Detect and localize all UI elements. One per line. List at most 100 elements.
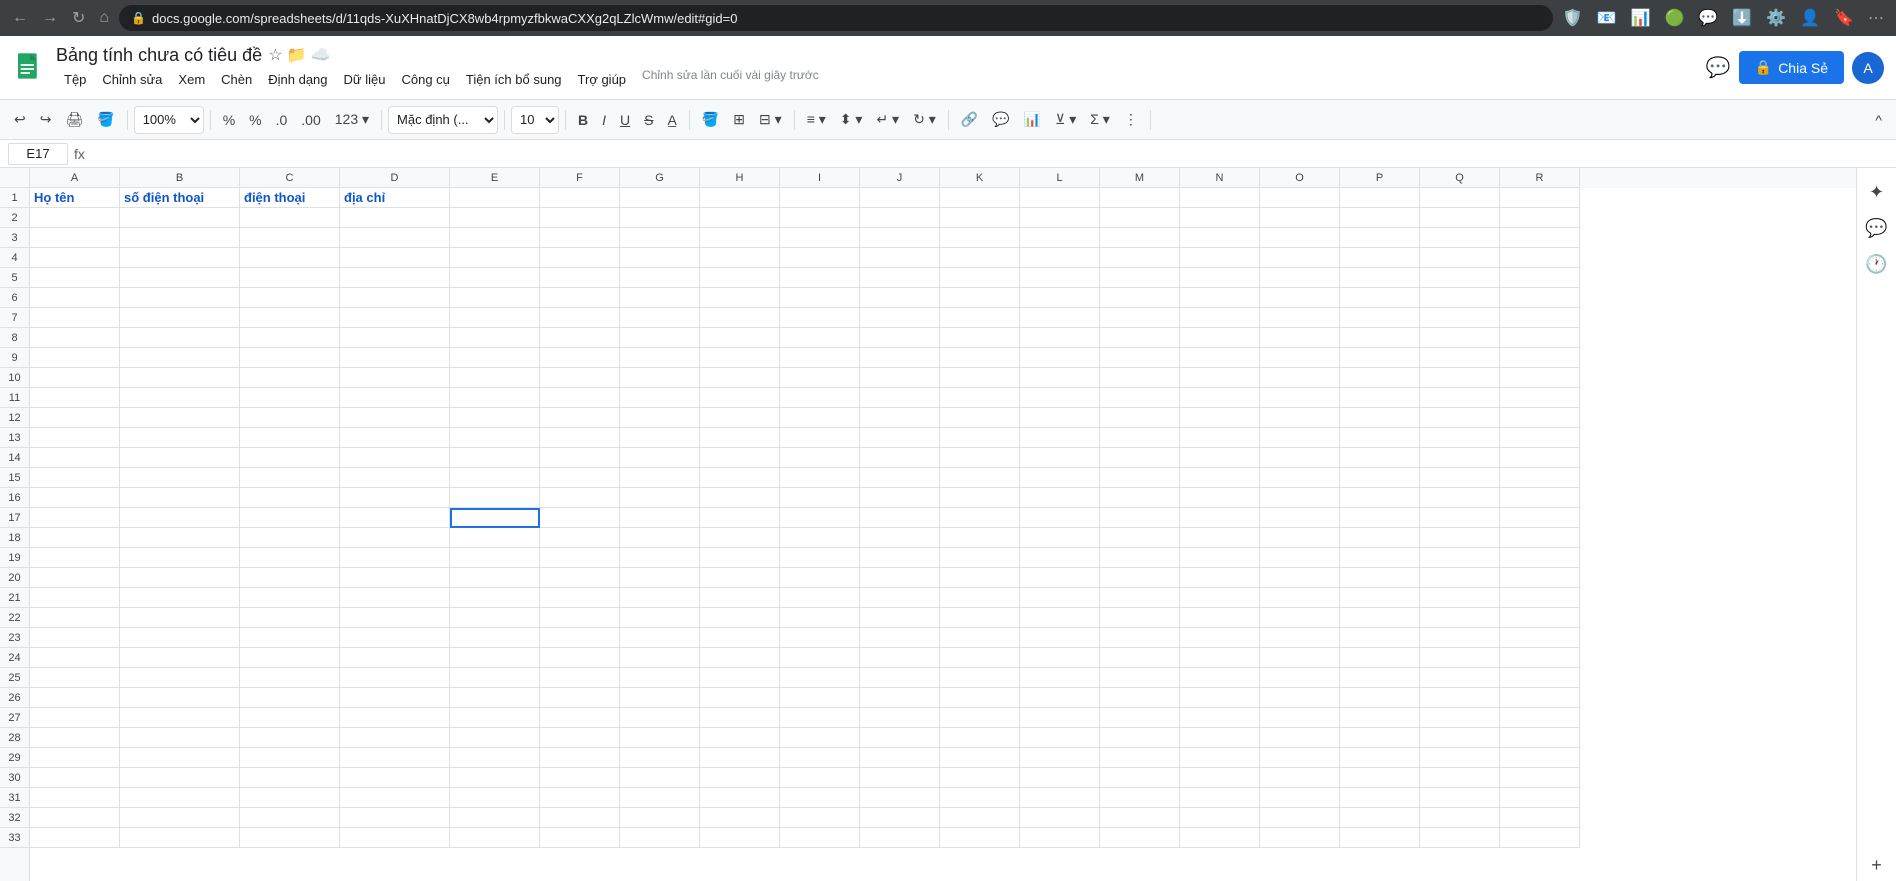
cell-L23[interactable]	[1020, 628, 1100, 648]
cell-C17[interactable]	[240, 508, 340, 528]
cell-N5[interactable]	[1180, 268, 1260, 288]
cell-H9[interactable]	[700, 348, 780, 368]
ext-2[interactable]: 📧	[1593, 4, 1621, 32]
cell-R29[interactable]	[1500, 748, 1580, 768]
cell-F15[interactable]	[540, 468, 620, 488]
cell-R12[interactable]	[1500, 408, 1580, 428]
cell-P15[interactable]	[1340, 468, 1420, 488]
cell-N2[interactable]	[1180, 208, 1260, 228]
cell-P30[interactable]	[1340, 768, 1420, 788]
cell-A7[interactable]	[30, 308, 120, 328]
col-header-N[interactable]: N	[1180, 168, 1260, 188]
cell-N6[interactable]	[1180, 288, 1260, 308]
col-header-I[interactable]: I	[780, 168, 860, 188]
cell-L29[interactable]	[1020, 748, 1100, 768]
cell-C32[interactable]	[240, 808, 340, 828]
cell-K8[interactable]	[940, 328, 1020, 348]
cell-D23[interactable]	[340, 628, 450, 648]
cell-R16[interactable]	[1500, 488, 1580, 508]
cell-R4[interactable]	[1500, 248, 1580, 268]
ext-4[interactable]: 🟢	[1660, 4, 1688, 32]
cell-D2[interactable]	[340, 208, 450, 228]
cell-K2[interactable]	[940, 208, 1020, 228]
cell-G30[interactable]	[620, 768, 700, 788]
cell-Q3[interactable]	[1420, 228, 1500, 248]
cell-P19[interactable]	[1340, 548, 1420, 568]
comment-btn[interactable]: 💬	[986, 107, 1015, 132]
cell-E22[interactable]	[450, 608, 540, 628]
cell-R14[interactable]	[1500, 448, 1580, 468]
cell-O4[interactable]	[1260, 248, 1340, 268]
cell-R26[interactable]	[1500, 688, 1580, 708]
cell-F20[interactable]	[540, 568, 620, 588]
cell-B15[interactable]	[120, 468, 240, 488]
cell-L11[interactable]	[1020, 388, 1100, 408]
cell-M26[interactable]	[1100, 688, 1180, 708]
cell-F11[interactable]	[540, 388, 620, 408]
cell-G15[interactable]	[620, 468, 700, 488]
cell-J24[interactable]	[860, 648, 940, 668]
merge-btn[interactable]: ⊟ ▾	[753, 107, 788, 132]
cell-D26[interactable]	[340, 688, 450, 708]
cell-H28[interactable]	[700, 728, 780, 748]
cell-R11[interactable]	[1500, 388, 1580, 408]
cell-E21[interactable]	[450, 588, 540, 608]
cell-K25[interactable]	[940, 668, 1020, 688]
row-num-5[interactable]: 5	[0, 268, 29, 288]
cell-J11[interactable]	[860, 388, 940, 408]
cell-B19[interactable]	[120, 548, 240, 568]
cell-P33[interactable]	[1340, 828, 1420, 848]
cell-O20[interactable]	[1260, 568, 1340, 588]
cell-G33[interactable]	[620, 828, 700, 848]
cell-D21[interactable]	[340, 588, 450, 608]
cell-Q5[interactable]	[1420, 268, 1500, 288]
cell-R6[interactable]	[1500, 288, 1580, 308]
cell-A31[interactable]	[30, 788, 120, 808]
redo-btn[interactable]: ↪	[34, 107, 58, 132]
cell-C20[interactable]	[240, 568, 340, 588]
row-num-19[interactable]: 19	[0, 548, 29, 568]
cell-F26[interactable]	[540, 688, 620, 708]
cell-J28[interactable]	[860, 728, 940, 748]
cell-R20[interactable]	[1500, 568, 1580, 588]
cell-Q31[interactable]	[1420, 788, 1500, 808]
cell-I20[interactable]	[780, 568, 860, 588]
cell-L6[interactable]	[1020, 288, 1100, 308]
cell-R13[interactable]	[1500, 428, 1580, 448]
cell-B22[interactable]	[120, 608, 240, 628]
cell-F28[interactable]	[540, 728, 620, 748]
cell-C33[interactable]	[240, 828, 340, 848]
cell-G32[interactable]	[620, 808, 700, 828]
cell-L28[interactable]	[1020, 728, 1100, 748]
cell-G9[interactable]	[620, 348, 700, 368]
cell-K7[interactable]	[940, 308, 1020, 328]
valign-btn[interactable]: ⬍ ▾	[834, 107, 869, 132]
col-header-G[interactable]: G	[620, 168, 700, 188]
cell-O13[interactable]	[1260, 428, 1340, 448]
cell-B13[interactable]	[120, 428, 240, 448]
cell-Q19[interactable]	[1420, 548, 1500, 568]
cell-H32[interactable]	[700, 808, 780, 828]
cell-H26[interactable]	[700, 688, 780, 708]
row-num-8[interactable]: 8	[0, 328, 29, 348]
cell-N31[interactable]	[1180, 788, 1260, 808]
menu-edit[interactable]: Chỉnh sửa	[94, 68, 170, 91]
cell-O10[interactable]	[1260, 368, 1340, 388]
italic-btn[interactable]: I	[596, 108, 612, 132]
cell-C10[interactable]	[240, 368, 340, 388]
cell-B29[interactable]	[120, 748, 240, 768]
cell-M5[interactable]	[1100, 268, 1180, 288]
cell-H5[interactable]	[700, 268, 780, 288]
zoom-select[interactable]: 100%	[134, 106, 204, 134]
cell-O9[interactable]	[1260, 348, 1340, 368]
cell-F5[interactable]	[540, 268, 620, 288]
cell-L7[interactable]	[1020, 308, 1100, 328]
cell-D27[interactable]	[340, 708, 450, 728]
doc-title[interactable]: Bảng tính chưa có tiêu đề	[56, 45, 262, 66]
cell-D17[interactable]	[340, 508, 450, 528]
cell-C8[interactable]	[240, 328, 340, 348]
back-btn[interactable]: ←	[8, 5, 32, 31]
cell-J30[interactable]	[860, 768, 940, 788]
cell-ref-box[interactable]: E17	[8, 143, 68, 165]
cell-H17[interactable]	[700, 508, 780, 528]
